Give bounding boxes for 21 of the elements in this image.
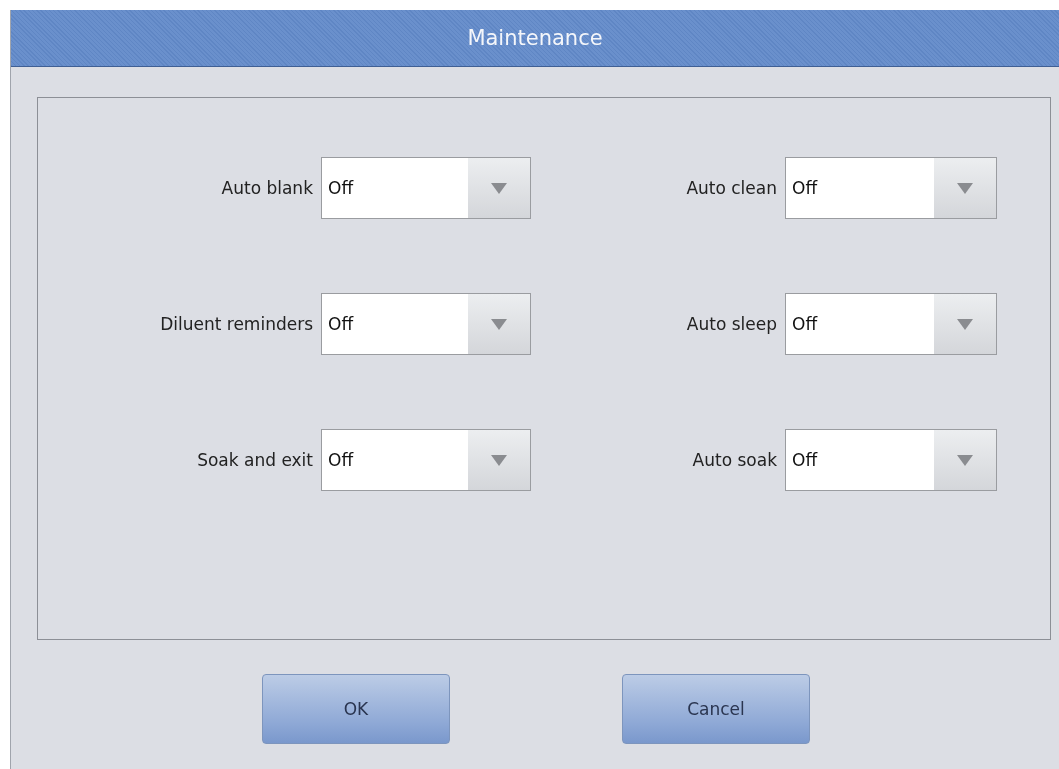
dropdown[interactable]: Off — [321, 293, 531, 355]
dropdown-arrow-icon — [491, 182, 507, 194]
dropdown-arrow-icon — [957, 318, 973, 330]
dropdown-arrow-icon — [491, 318, 507, 330]
window-title: Maintenance — [467, 26, 603, 50]
dropdown-arrow-icon — [957, 454, 973, 466]
dropdown-arrow-icon — [491, 454, 507, 466]
dropdown-arrow-icon — [957, 182, 973, 194]
dropdown[interactable]: Off — [785, 293, 997, 355]
setting-label: Soak and exit — [197, 450, 313, 470]
dialog-button[interactable]: OK — [262, 674, 450, 744]
dropdown[interactable]: Off — [785, 157, 997, 219]
setting-label: Auto soak — [692, 450, 777, 470]
setting-label: Auto clean — [686, 178, 777, 198]
dropdown[interactable]: Off — [321, 157, 531, 219]
dropdown[interactable]: Off — [785, 429, 997, 491]
setting-label: Diluent reminders — [160, 314, 313, 334]
setting-label: Auto blank — [221, 178, 313, 198]
setting-label: Auto sleep — [686, 314, 777, 334]
dropdown[interactable]: Off — [321, 429, 531, 491]
dialog-button[interactable]: Cancel — [622, 674, 810, 744]
